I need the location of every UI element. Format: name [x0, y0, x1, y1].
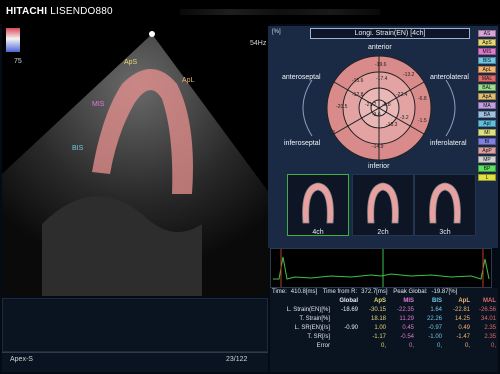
strain-title: Longi. Strain(EN) [4ch] [310, 28, 470, 39]
table-row: T. SR[/s] -1.17 -0.54 -1.00 -1.47 2.35 [270, 334, 498, 343]
legend-item: AS [478, 30, 496, 37]
table-cell: 22.26 [426, 316, 442, 322]
view-thumbnail-4ch[interactable] [287, 174, 349, 236]
table-cell: 2.35 [484, 325, 496, 331]
echo-sector: ApS ApL MIS BIS [2, 31, 270, 296]
legend-item: MP [478, 156, 496, 163]
strain-unit: [%] [272, 29, 281, 35]
table-cell: 0, [436, 343, 442, 349]
legend-item: MI [478, 129, 496, 136]
time-info: Time: 410.8[ms] Time from R: 372.7[ms] Pea… [272, 289, 458, 295]
bullseye-plot[interactable] [284, 40, 474, 170]
table-cell: 0, [464, 343, 470, 349]
table-cell: -22.35 [396, 307, 414, 313]
legend-item: BI [478, 138, 496, 145]
legend-item: MA [478, 102, 496, 109]
segment-label-mis: MIS [92, 101, 105, 108]
table-cell: 0, [490, 343, 496, 349]
table-cell: -0.54 [400, 334, 414, 340]
segment-label-apl: ApL [182, 77, 195, 84]
view-name: Apex-S [10, 356, 33, 363]
view-thumbnail-2ch[interactable] [352, 174, 414, 236]
image-info-panel [2, 298, 268, 352]
row-label: T. SR[/s] [307, 334, 330, 340]
legend-item: L [478, 174, 496, 181]
table-cell: 0.45 [402, 325, 414, 331]
table-cell: -1.00 [428, 334, 442, 340]
legend-item: ApP [478, 147, 496, 154]
segment-label-aps: ApS [124, 59, 138, 66]
table-cell: 1.64 [430, 307, 442, 313]
table-cell: 2.35 [484, 334, 496, 340]
heart-4ch-icon [302, 182, 334, 224]
table-cell: -22.81 [452, 307, 470, 313]
label-anteroseptal: anteroseptal [282, 74, 321, 81]
label-anterior: anterior [368, 44, 392, 51]
row-label: T. Strain[%] [299, 316, 330, 322]
table-cell: -26.56 [478, 307, 496, 313]
legend-item: ApS [478, 39, 496, 46]
table-header-row: Global ApS MIS BIS ApL MAL [339, 298, 496, 304]
header-bar: HITACHI LISENDO880 [0, 0, 500, 24]
waveform-strip[interactable] [270, 248, 492, 288]
view-label-4ch: 4ch [312, 229, 324, 236]
segment-label-bis: BIS [72, 145, 84, 152]
legend-item: ApL [478, 66, 496, 73]
view-label-3ch: 3ch [439, 229, 451, 236]
color-scale-value: 75 [14, 58, 22, 65]
table-cell: -0.97 [428, 325, 442, 331]
segment-legend: AS ApS MIS BIS ApL MAL BAL ApA MA BA ApI MI BI ApP MP B… [478, 30, 496, 183]
row-label: Error [316, 343, 330, 349]
label-inferoseptal: inferoseptal [284, 140, 321, 147]
table-cell: 1.00 [374, 325, 386, 331]
table-cell: -18.69 [340, 307, 358, 313]
label-anterolateral: anterolateral [430, 74, 469, 81]
table-cell: -1.17 [372, 334, 386, 340]
label-inferior: inferior [368, 163, 390, 170]
legend-item: BIS [478, 57, 496, 64]
table-cell: 14.25 [454, 316, 470, 322]
apex-marker [149, 31, 155, 37]
table-row: L. SR(EN)[/s] -0.90 1.00 0.45 -0.97 0.49 2.35 [270, 325, 498, 334]
row-label: L. SR(EN)[/s] [294, 325, 330, 331]
legend-item: MAL [478, 75, 496, 82]
table-cell: -0.90 [344, 325, 358, 331]
legend-item: BAL [478, 84, 496, 91]
table-cell: -1.47 [456, 334, 470, 340]
legend-item: MIS [478, 48, 496, 55]
app-frame: HITACHI LISENDO880 ApS ApL MIS BIS 75 54H… [0, 0, 500, 374]
header-blurred-info [180, 9, 380, 15]
view-label-2ch: 2ch [377, 229, 389, 236]
frame-counter: 23/122 [226, 356, 248, 363]
ultrasound-image[interactable]: ApS ApL MIS BIS [2, 24, 270, 296]
table-cell: 0, [408, 343, 414, 349]
heart-3ch-icon [429, 182, 461, 224]
table-row: T. Strain[%] 18.18 11.29 22.26 14.25 34.01 [270, 316, 498, 325]
brand-logo: HITACHI LISENDO880 [6, 6, 113, 17]
table-cell: 0, [380, 343, 386, 349]
legend-item: ApI [478, 120, 496, 127]
table-cell: 11.29 [399, 316, 414, 322]
frame-rate-label: 54Hz [250, 40, 267, 47]
legend-item: ApA [478, 93, 496, 100]
legend-item: BP [478, 165, 496, 172]
label-inferolateral: inferolateral [430, 140, 467, 147]
table-cell: -30.15 [368, 307, 386, 313]
table-cell: 18.18 [370, 316, 386, 322]
legend-item: BA [478, 111, 496, 118]
color-scale-bar [6, 28, 20, 52]
view-thumbnail-3ch[interactable] [414, 174, 476, 236]
table-row: Error 0, 0, 0, 0, 0, [270, 343, 498, 352]
table-cell: 34.01 [480, 316, 496, 322]
heart-2ch-icon [367, 182, 399, 224]
strain-waveform [273, 249, 490, 287]
table-cell: 0.49 [458, 325, 470, 331]
table-row: L. Strain(EN)[%] -18.69 -30.15 -22.35 1.64 -2… [270, 307, 498, 316]
row-label: L. Strain(EN)[%] [286, 307, 330, 313]
